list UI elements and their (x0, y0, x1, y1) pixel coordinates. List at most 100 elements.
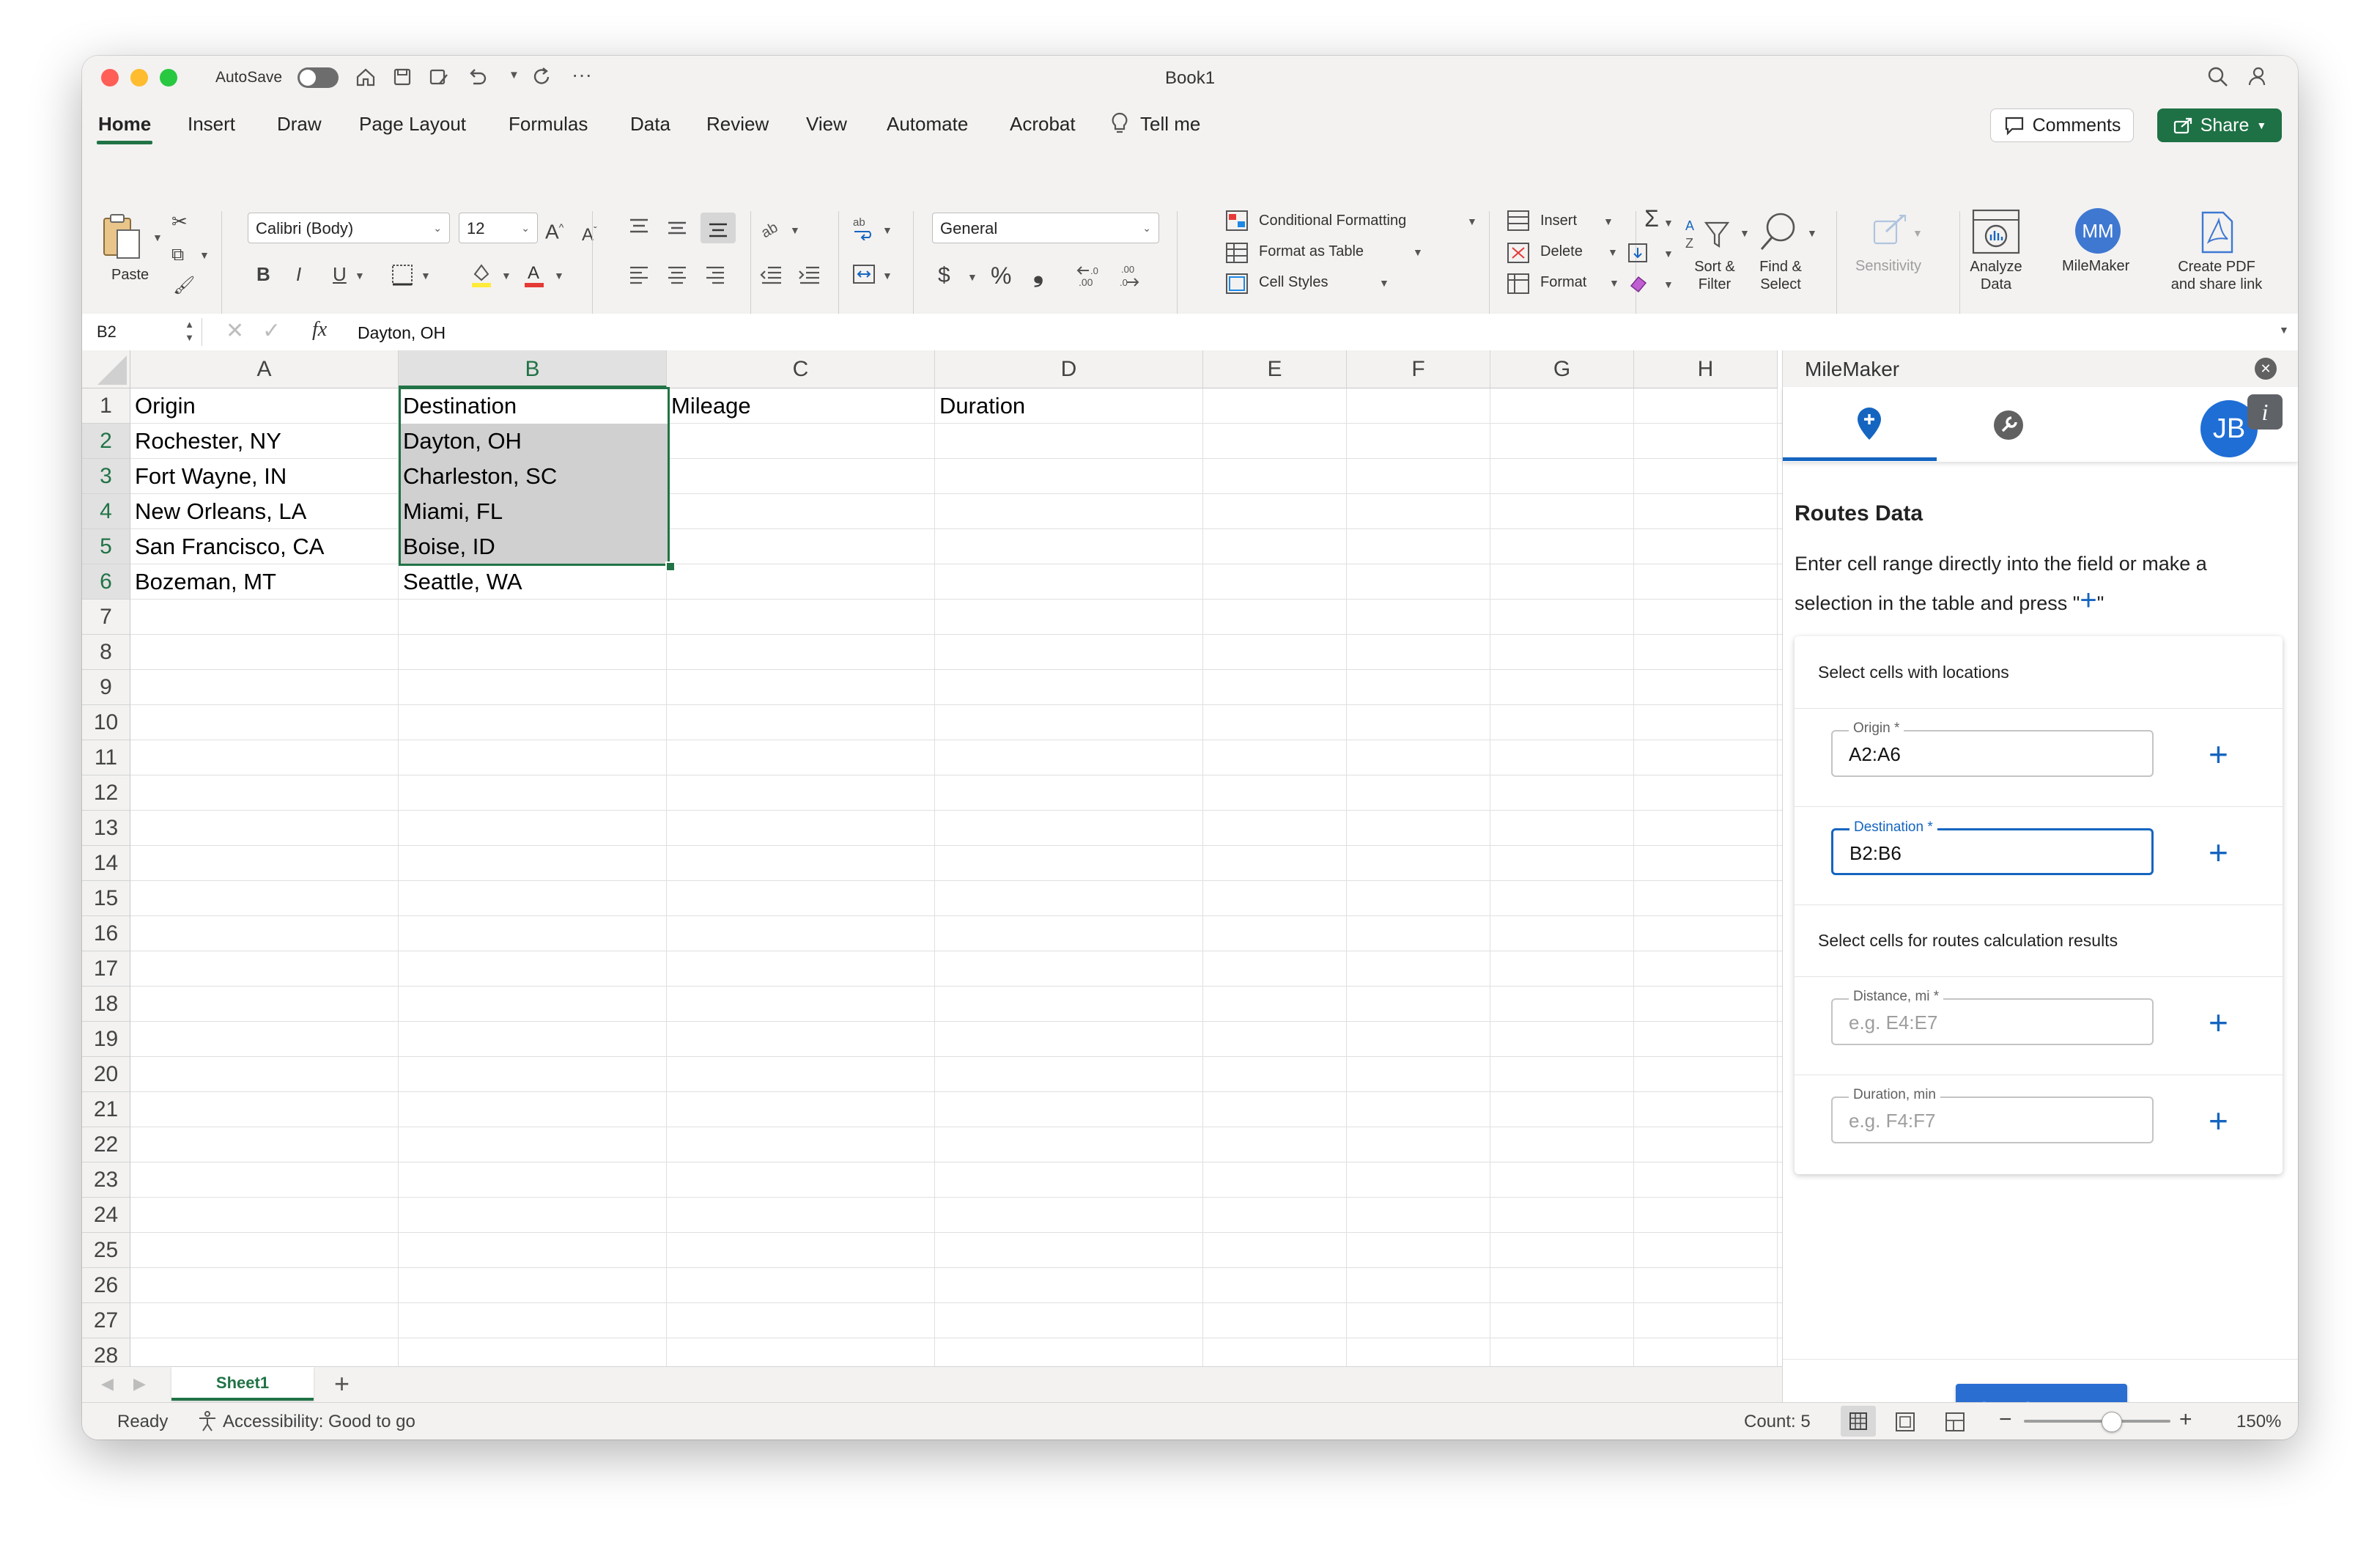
sort-filter-label[interactable]: Sort & Filter (1685, 258, 1744, 293)
format-cells-icon[interactable] (1507, 273, 1530, 295)
sort-filter-dropdown-icon[interactable]: ▼ (1740, 227, 1750, 239)
column-header-d[interactable]: D (935, 350, 1203, 388)
search-icon[interactable] (2206, 64, 2231, 89)
wrap-text-dropdown-icon[interactable]: ▼ (882, 224, 892, 236)
fill-dropdown-icon[interactable]: ▼ (1663, 248, 1674, 259)
cell-b4[interactable]: Miami, FL (399, 494, 503, 529)
cell-b2[interactable]: Dayton, OH (399, 424, 522, 459)
close-window-button[interactable] (101, 69, 119, 86)
zoom-slider[interactable] (2024, 1412, 2170, 1432)
create-pdf-label[interactable]: Create PDF and share link (2162, 258, 2272, 293)
font-name-select[interactable]: Calibri (Body) ⌄ (248, 213, 450, 243)
duration-add-button[interactable]: + (2209, 1104, 2228, 1138)
select-all-button[interactable] (82, 350, 130, 388)
row-header-23[interactable]: 23 (82, 1162, 130, 1198)
row-header-8[interactable]: 8 (82, 635, 130, 670)
row-header-9[interactable]: 9 (82, 670, 130, 705)
create-pdf-icon[interactable] (2195, 210, 2239, 255)
redo-icon[interactable] (529, 64, 554, 89)
row-header-20[interactable]: 20 (82, 1057, 130, 1092)
align-left-icon[interactable] (627, 264, 651, 286)
conditional-formatting-icon[interactable] (1225, 210, 1249, 232)
copy-dropdown-icon[interactable]: ▼ (199, 249, 210, 261)
align-middle-icon[interactable] (665, 217, 689, 239)
fill-color-dropdown-icon[interactable]: ▼ (501, 270, 511, 281)
merge-center-icon[interactable] (851, 262, 876, 286)
delete-cells-icon[interactable] (1507, 242, 1530, 264)
home-icon[interactable] (353, 64, 378, 89)
row-header-13[interactable]: 13 (82, 811, 130, 846)
page-layout-view-icon[interactable] (1895, 1412, 1915, 1432)
underline-dropdown-icon[interactable]: ▼ (355, 270, 365, 281)
column-header-f[interactable]: F (1347, 350, 1490, 388)
increase-font-size-icon[interactable]: A^ (545, 217, 563, 242)
format-as-table-icon[interactable] (1225, 242, 1249, 264)
orientation-dropdown-icon[interactable]: ▼ (790, 224, 800, 236)
font-size-select[interactable]: 12 ⌄ (459, 213, 538, 243)
settings-wrench-icon[interactable] (1992, 409, 2025, 441)
cell-a6[interactable]: Bozeman, MT (130, 564, 276, 600)
tab-automate[interactable]: Automate (887, 113, 968, 136)
row-header-6[interactable]: 6 (82, 564, 130, 600)
sensitivity-icon[interactable] (1870, 211, 1910, 251)
accounting-dropdown-icon[interactable]: ▼ (967, 271, 978, 283)
row-header-4[interactable]: 4 (82, 494, 130, 529)
row-header-19[interactable]: 19 (82, 1022, 130, 1057)
wrap-text-icon[interactable]: ab (851, 215, 876, 240)
orientation-icon[interactable]: ab (759, 215, 786, 240)
cell-b3[interactable]: Charleston, SC (399, 459, 557, 494)
accounting-format-icon[interactable]: $ (938, 265, 950, 287)
sort-filter-icon[interactable]: AZ (1684, 215, 1735, 255)
row-header-3[interactable]: 3 (82, 459, 130, 494)
tab-page-layout[interactable]: Page Layout (359, 113, 466, 136)
cell-c1[interactable]: Mileage (667, 388, 751, 424)
distance-field[interactable]: Distance, mi * e.g. E4:E7 (1831, 989, 2154, 1045)
format-as-table-label[interactable]: Format as Table (1259, 243, 1364, 260)
maximize-window-button[interactable] (160, 69, 177, 86)
format-as-table-dropdown-icon[interactable]: ▼ (1413, 246, 1423, 258)
zoom-slider-thumb[interactable] (2102, 1412, 2122, 1432)
bold-icon[interactable]: B (256, 264, 270, 284)
align-right-icon[interactable] (703, 264, 727, 286)
normal-view-button[interactable] (1841, 1406, 1876, 1437)
accessibility-status[interactable]: Accessibility: Good to go (223, 1412, 415, 1432)
origin-field[interactable]: Origin * A2:A6 (1831, 720, 2154, 777)
zoom-out-button[interactable]: − (1999, 1407, 2012, 1432)
cell-b1[interactable]: Destination (399, 388, 517, 424)
italic-icon[interactable]: I (296, 264, 301, 284)
column-header-g[interactable]: G (1490, 350, 1634, 388)
insert-dropdown-icon[interactable]: ▼ (1603, 215, 1614, 227)
column-header-a[interactable]: A (130, 350, 399, 388)
cell-b6[interactable]: Seattle, WA (399, 564, 522, 600)
formula-input[interactable]: Dayton, OH (358, 323, 446, 343)
fill-icon[interactable] (1627, 242, 1649, 264)
cell-a2[interactable]: Rochester, NY (130, 424, 281, 459)
cell-styles-dropdown-icon[interactable]: ▼ (1379, 277, 1389, 289)
increase-indent-icon[interactable] (797, 264, 822, 286)
name-box[interactable]: B2 ▲ ▼ (85, 318, 202, 346)
column-header-b[interactable]: B (399, 350, 667, 388)
delete-cells-label[interactable]: Delete (1540, 243, 1583, 260)
conditional-formatting-label[interactable]: Conditional Formatting (1259, 213, 1406, 229)
cell-a4[interactable]: New Orleans, LA (130, 494, 306, 529)
account-settings-icon[interactable] (2244, 64, 2269, 89)
add-sheet-button[interactable]: + (334, 1368, 350, 1399)
row-header-2[interactable]: 2 (82, 424, 130, 459)
copy-icon[interactable]: ⧉ (171, 245, 184, 265)
row-header-18[interactable]: 18 (82, 987, 130, 1022)
share-dropdown-icon[interactable]: ▼ (2256, 119, 2266, 131)
clear-icon[interactable] (1627, 273, 1649, 295)
undo-icon[interactable] (465, 64, 489, 89)
share-button[interactable]: Share ▼ (2157, 108, 2282, 142)
destination-field[interactable]: Destination * B2:B6 (1831, 819, 2154, 875)
increase-decimal-icon[interactable]: .00.0 (1076, 262, 1104, 287)
zoom-in-button[interactable]: + (2179, 1407, 2192, 1432)
sensitivity-dropdown-icon[interactable]: ▼ (1912, 227, 1923, 239)
page-break-preview-icon[interactable] (1945, 1412, 1965, 1432)
row-header-5[interactable]: 5 (82, 529, 130, 564)
cell-b5[interactable]: Boise, ID (399, 529, 495, 564)
tab-acrobat[interactable]: Acrobat (1010, 113, 1076, 136)
column-header-e[interactable]: E (1203, 350, 1347, 388)
clear-dropdown-icon[interactable]: ▼ (1663, 279, 1674, 290)
undo-dropdown-icon[interactable]: ▼ (509, 69, 520, 81)
